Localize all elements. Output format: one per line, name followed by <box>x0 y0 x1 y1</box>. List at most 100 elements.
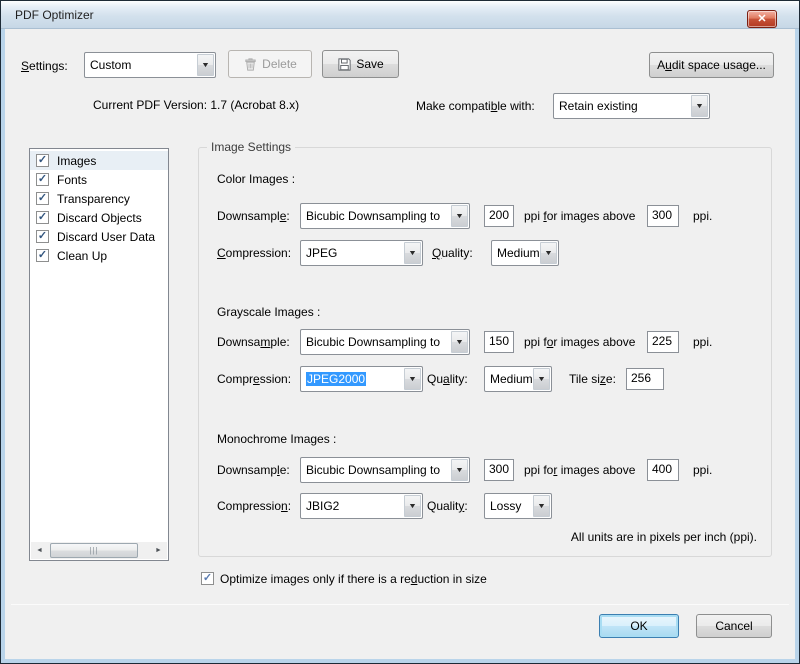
checkbox-discard-user-data[interactable]: ✓ <box>36 230 49 243</box>
list-item-label: Discard User Data <box>57 229 156 244</box>
footer-divider <box>11 604 789 605</box>
grayscale-quality-dropdown[interactable]: Medium ▼ <box>484 366 552 392</box>
delete-button[interactable]: Delete <box>228 50 312 78</box>
grayscale-between-label: ppi for images above <box>524 335 636 349</box>
monochrome-downsample-label: Downsample: <box>217 463 290 477</box>
list-item-label: Transparency <box>57 191 130 206</box>
make-compatible-dropdown-value: Retain existing <box>559 99 638 113</box>
list-item-label: Fonts <box>57 172 88 187</box>
scrollbar-thumb[interactable]: ||| <box>50 543 138 558</box>
color-downsample-label: Downsample: <box>217 209 290 223</box>
grayscale-compression-label: Compression: <box>217 372 292 386</box>
grayscale-threshold-input[interactable]: 225 <box>647 331 679 353</box>
chevron-down-icon[interactable]: ▼ <box>197 54 214 76</box>
list-item-images[interactable]: ✓ Images <box>30 151 168 170</box>
color-images-heading: Color Images : <box>217 172 296 186</box>
monochrome-ppi-unit-label: ppi. <box>693 463 713 477</box>
close-button[interactable]: ✕ <box>747 10 777 28</box>
color-ppi-input[interactable]: 200 <box>484 205 514 227</box>
color-downsample-dropdown[interactable]: Bicubic Downsampling to ▼ <box>300 203 470 229</box>
arrow-left-icon: ◄ <box>36 547 43 554</box>
pdf-optimizer-dialog: PDF Optimizer ✕ Settings: Custom ▼ Delet… <box>0 0 800 664</box>
monochrome-quality-label: Quality: <box>427 499 468 513</box>
list-item-discard-user-data[interactable]: ✓ Discard User Data <box>30 227 168 246</box>
make-compatible-dropdown[interactable]: Retain existing ▼ <box>553 93 710 119</box>
trash-icon <box>245 57 256 71</box>
list-item-label: Clean Up <box>57 248 108 263</box>
checkbox-fonts[interactable]: ✓ <box>36 173 49 186</box>
checkbox-clean-up[interactable]: ✓ <box>36 249 49 262</box>
grayscale-images-heading: Grayscale Images : <box>217 305 321 319</box>
arrow-right-icon: ► <box>155 547 162 554</box>
chevron-down-icon[interactable]: ▼ <box>540 242 557 264</box>
monochrome-compression-dropdown[interactable]: JBIG2 ▼ <box>300 493 423 519</box>
optimizer-panels-list[interactable]: ✓ Images ✓ Fonts ✓ Transparency ✓ Discar… <box>29 148 169 561</box>
grayscale-tile-size-input[interactable]: 256 <box>626 368 664 390</box>
checkmark-icon: ✓ <box>37 249 48 261</box>
optimize-images-checkbox[interactable]: ✓ <box>201 572 214 585</box>
ok-button[interactable]: OK <box>599 614 679 638</box>
chevron-down-icon[interactable]: ▼ <box>451 459 468 481</box>
chevron-down-icon[interactable]: ▼ <box>451 205 468 227</box>
save-icon <box>338 57 351 71</box>
checkbox-images[interactable]: ✓ <box>36 154 49 167</box>
units-note: All units are in pixels per inch (ppi). <box>570 530 757 544</box>
make-compatible-label: Make compatible with: <box>416 99 535 113</box>
checkmark-icon: ✓ <box>37 211 48 223</box>
grayscale-compression-dropdown-value: JPEG2000 <box>301 372 403 386</box>
list-item-label: Images <box>57 153 97 168</box>
list-item-transparency[interactable]: ✓ Transparency <box>30 189 168 208</box>
color-quality-dropdown-value: Medium <box>497 246 539 260</box>
monochrome-compression-label: Compression: <box>217 499 292 513</box>
current-pdf-version-text: Current PDF Version: 1.7 (Acrobat 8.x) <box>93 98 300 112</box>
scroll-right-button[interactable]: ► <box>150 542 167 559</box>
monochrome-quality-dropdown-value: Lossy <box>490 499 522 513</box>
list-item-discard-objects[interactable]: ✓ Discard Objects <box>30 208 168 227</box>
chevron-down-icon[interactable]: ▼ <box>404 242 421 264</box>
image-settings-group: Image Settings Color Images : Downsample… <box>198 140 772 557</box>
color-downsample-dropdown-value: Bicubic Downsampling to <box>306 209 441 223</box>
grayscale-ppi-unit-label: ppi. <box>693 335 713 349</box>
color-compression-dropdown[interactable]: JPEG ▼ <box>300 240 423 266</box>
color-threshold-input[interactable]: 300 <box>647 205 679 227</box>
scrollbar-track[interactable]: ||| <box>48 542 150 559</box>
checkbox-discard-objects[interactable]: ✓ <box>36 211 49 224</box>
save-button[interactable]: Save <box>322 50 399 78</box>
monochrome-ppi-input[interactable]: 300 <box>484 459 514 481</box>
cancel-button[interactable]: Cancel <box>696 614 772 638</box>
chevron-down-icon[interactable]: ▼ <box>691 95 708 117</box>
chevron-down-icon[interactable]: ▼ <box>451 331 468 353</box>
monochrome-between-label: ppi for images above <box>524 463 636 477</box>
settings-dropdown[interactable]: Custom ▼ <box>84 52 216 78</box>
color-between-label: ppi for images above <box>524 209 636 223</box>
cancel-button-label: Cancel <box>715 619 753 633</box>
horizontal-scrollbar[interactable]: ◄ ||| ► <box>31 542 167 559</box>
chevron-down-icon[interactable]: ▼ <box>404 368 421 390</box>
monochrome-quality-dropdown[interactable]: Lossy ▼ <box>484 493 552 519</box>
color-quality-label: Quality: <box>432 246 473 260</box>
grayscale-compression-dropdown[interactable]: JPEG2000 ▼ <box>300 366 423 392</box>
audit-space-usage-button[interactable]: Audit space usage... <box>649 52 774 78</box>
color-quality-dropdown[interactable]: Medium ▼ <box>491 240 559 266</box>
selected-text: JPEG2000 <box>306 372 367 386</box>
monochrome-threshold-input[interactable]: 400 <box>647 459 679 481</box>
list-item-label: Discard Objects <box>57 210 142 225</box>
grayscale-ppi-input[interactable]: 150 <box>484 331 514 353</box>
list-item-clean-up[interactable]: ✓ Clean Up <box>30 246 168 265</box>
checkmark-icon: ✓ <box>202 572 213 584</box>
monochrome-downsample-dropdown[interactable]: Bicubic Downsampling to ▼ <box>300 457 470 483</box>
color-ppi-unit-label: ppi. <box>693 209 713 223</box>
checkbox-transparency[interactable]: ✓ <box>36 192 49 205</box>
color-compression-label: Compression: <box>217 246 292 260</box>
title-bar[interactable]: PDF Optimizer ✕ <box>1 1 799 29</box>
color-compression-dropdown-value: JPEG <box>306 246 338 260</box>
checkmark-icon: ✓ <box>37 230 48 242</box>
grayscale-downsample-dropdown[interactable]: Bicubic Downsampling to ▼ <box>300 329 470 355</box>
scroll-left-button[interactable]: ◄ <box>31 542 48 559</box>
ok-button-label: OK <box>630 619 648 633</box>
list-item-fonts[interactable]: ✓ Fonts <box>30 170 168 189</box>
chevron-down-icon[interactable]: ▼ <box>404 495 421 517</box>
dialog-body: Settings: Custom ▼ Delete Save Audit spa <box>5 29 795 659</box>
chevron-down-icon[interactable]: ▼ <box>533 368 550 390</box>
chevron-down-icon[interactable]: ▼ <box>533 495 550 517</box>
